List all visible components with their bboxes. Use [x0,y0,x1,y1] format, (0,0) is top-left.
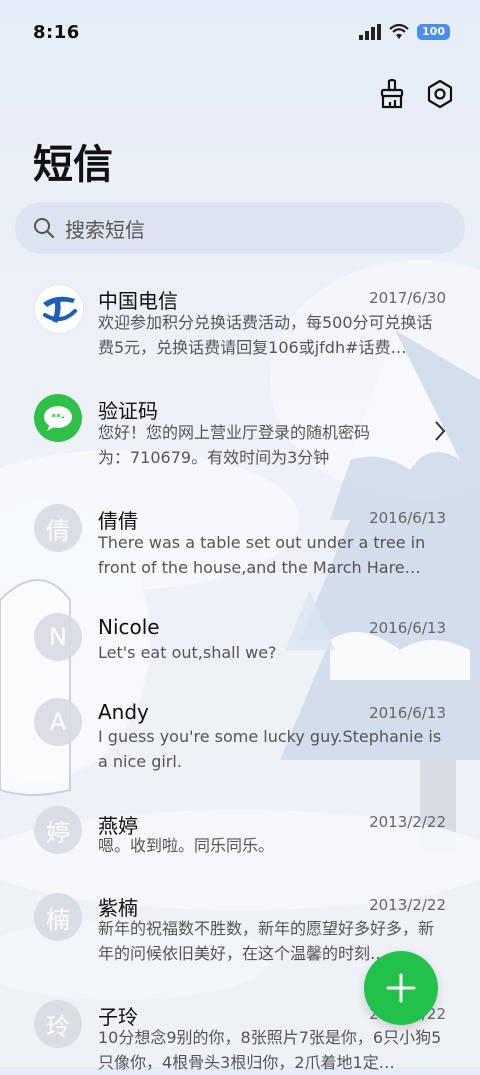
list-item[interactable]: 倩 倩倩 2016/6/13 There was a table set out… [0,490,480,598]
list-item[interactable]: **- 验证码 您好！您的网上营业厅登录的随机密码为：710679。有效时间为3… [0,380,480,488]
list-item[interactable]: A Andy 2016/6/13 I guess you're some luc… [0,686,480,794]
list-item[interactable]: 中国电信 2017/6/30 欢迎参加积分兑换话费活动，每500分可兑换话费5元… [0,270,480,378]
message-preview: Let's eat out,shall we? [98,643,277,662]
message-preview: 您好！您的网上营业厅登录的随机密码为：710679。有效时间为3分钟 [98,423,371,467]
message-date: 2016/6/13 [369,509,446,527]
china-telecom-logo-icon [43,296,77,323]
signal-icon [359,24,382,40]
status-time: 8:16 [33,22,80,43]
message-date: 2016/6/13 [369,619,446,637]
avatar: 玲 [34,1000,82,1048]
status-bar: 8:16 100 [0,0,480,64]
avatar: 倩 [34,504,82,552]
search-bar[interactable]: 搜索短信 [15,202,465,254]
chevron-right-icon[interactable] [434,420,446,442]
message-date: 2013/2/22 [369,813,446,831]
message-preview: 10分想念9别的你，8张照片7张是你，6只小狗5只像你，4根骨头3根归你，2爪着… [98,1028,442,1072]
avatar: N [34,613,82,661]
message-date: 2013/2/22 [369,896,446,914]
sender-name: Nicole [98,615,160,639]
avatar: 楠 [34,893,82,941]
chat-bubble-icon: **- [44,406,72,431]
header-actions [376,78,456,110]
battery-indicator: 100 [417,24,450,40]
gear-icon [427,79,453,109]
clean-button[interactable] [376,78,408,110]
status-icons: 100 [359,24,450,40]
telecom-logo-avatar [34,284,84,334]
avatar: 婷 [34,806,82,854]
sender-name: Andy [98,700,149,724]
sms-avatar: **- [34,394,82,442]
new-message-button[interactable] [364,951,438,1025]
search-icon [34,218,55,239]
svg-text:**-: **- [51,413,64,423]
brush-icon [380,79,404,109]
list-item[interactable]: N Nicole 2016/6/13 Let's eat out,shall w… [0,600,480,684]
message-preview: I guess you're some lucky guy.Stephanie … [98,727,442,771]
avatar: A [34,698,82,746]
message-preview: There was a table set out under a tree i… [98,533,426,577]
message-preview: 欢迎参加积分兑换话费活动，每500分可兑换话费5元，兑换话费请回复106或jfd… [98,313,433,357]
message-date: 2016/6/13 [369,704,446,722]
search-placeholder: 搜索短信 [65,217,145,242]
message-date: 2017/6/30 [369,289,446,307]
message-preview: 嗯。收到啦。同乐同乐。 [98,836,275,855]
plus-icon [386,973,416,1003]
settings-button[interactable] [424,78,456,110]
list-item[interactable]: 婷 燕婷 2013/2/22 嗯。收到啦。同乐同乐。 [0,796,480,880]
page-title: 短信 [33,142,113,188]
wifi-icon [389,24,409,39]
